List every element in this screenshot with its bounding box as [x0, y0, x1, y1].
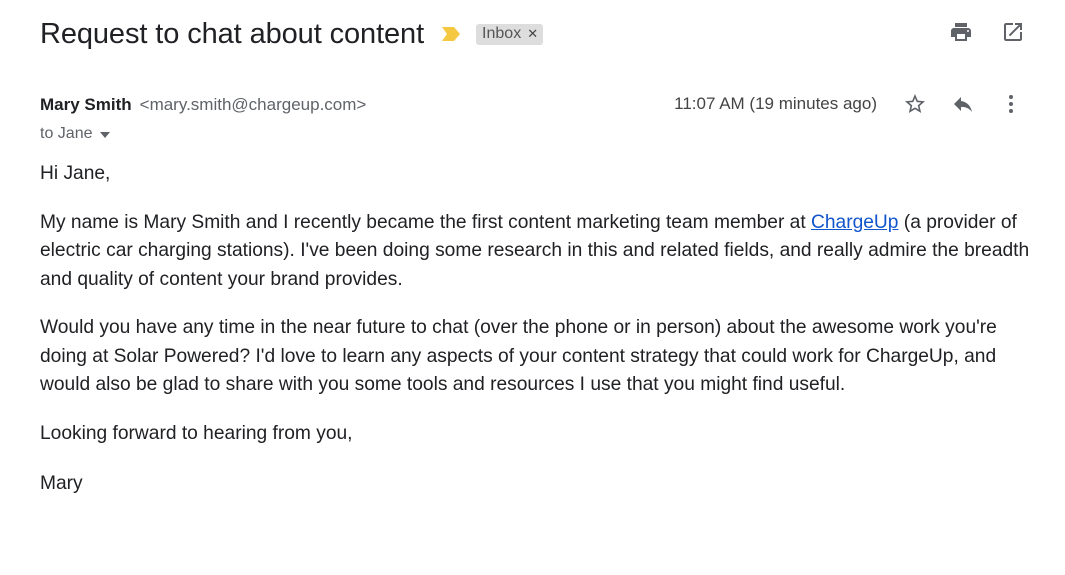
timestamp: 11:07 AM (19 minutes ago)	[674, 94, 877, 113]
open-in-new-window-icon[interactable]	[999, 18, 1027, 46]
inbox-label-text: Inbox	[482, 25, 522, 42]
body-greeting: Hi Jane,	[40, 163, 111, 184]
body-paragraph-1-text-start: My name is Mary Smith and I recently bec…	[40, 211, 811, 233]
more-vertical-icon[interactable]	[997, 90, 1025, 118]
email-view: Request to chat about content Inbox ✕ Ma…	[0, 0, 1065, 575]
sender-row: Mary Smith <mary.smith@chargeup.com> 11:…	[40, 92, 1025, 118]
chargeup-link[interactable]: ChargeUp	[811, 212, 898, 233]
star-icon[interactable]	[901, 90, 929, 118]
email-body: Hi Jane, My name is Mary Smith and I rec…	[40, 160, 1030, 499]
body-signature: Mary	[40, 473, 83, 494]
inbox-label-badge: Inbox ✕	[476, 23, 544, 45]
print-icon[interactable]	[947, 18, 975, 46]
caret-down-icon[interactable]	[100, 125, 111, 143]
close-icon[interactable]: ✕	[527, 26, 538, 42]
sender-email: <mary.smith@chargeup.com>	[139, 95, 367, 114]
body-paragraph-2: Would you have any time in the near futu…	[40, 317, 997, 395]
importance-marker-icon[interactable]	[440, 25, 462, 43]
body-closing: Looking forward to hearing from you,	[40, 422, 353, 444]
email-subject: Request to chat about content	[40, 17, 425, 50]
reply-icon[interactable]	[949, 90, 977, 118]
message-meta: 11:07 AM (19 minutes ago)	[674, 90, 1025, 118]
sender-name[interactable]: Mary Smith	[40, 95, 132, 115]
thread-actions	[947, 18, 1027, 46]
recipient-text: to Jane	[40, 125, 93, 142]
message-actions	[901, 90, 1025, 118]
subject-row: Request to chat about content Inbox ✕	[40, 14, 1035, 54]
body-paragraph-1: My name is Mary Smith and I recently bec…	[40, 209, 1030, 295]
recipient-row: to Jane	[40, 125, 111, 143]
